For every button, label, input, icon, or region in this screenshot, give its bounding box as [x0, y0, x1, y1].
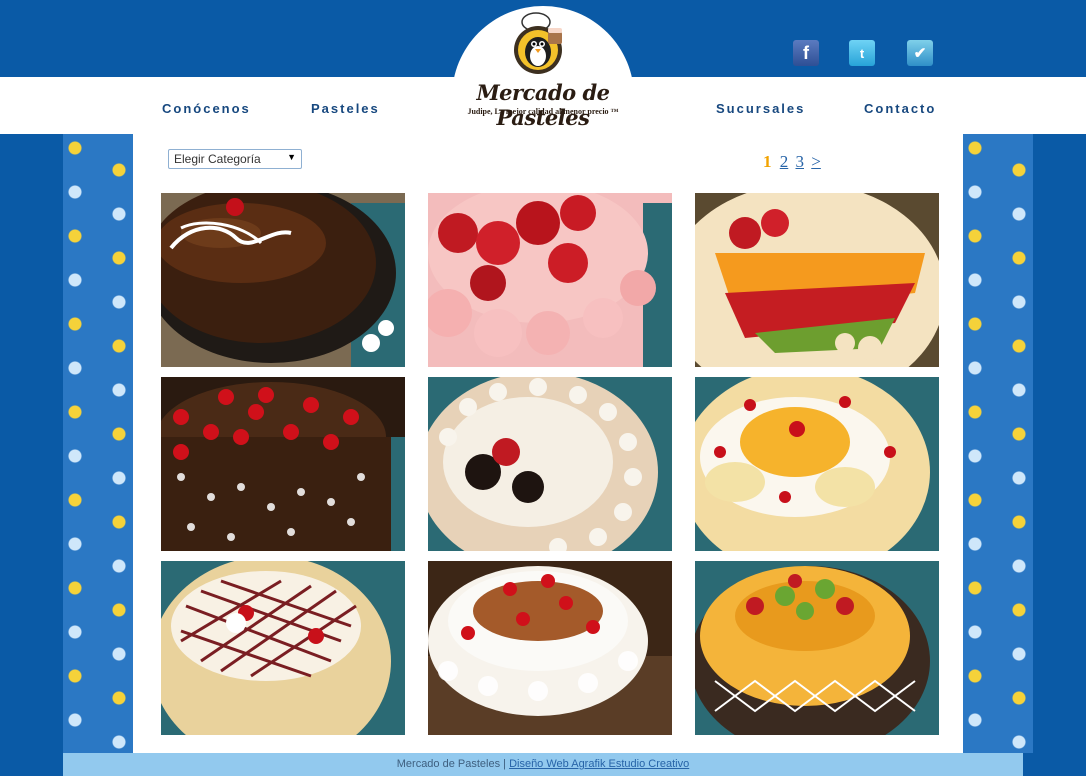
page-next[interactable]: > [811, 152, 821, 171]
footer-text: Mercado de Pasteles | [396, 758, 510, 770]
chef-mascot-icon [514, 12, 562, 74]
main-content: Elegir Categoría ▼ 1 2 3 > [133, 134, 963, 753]
page-link-3[interactable]: 3 [796, 152, 805, 171]
pagination: 1 2 3 > [763, 152, 824, 172]
product-black-forest-cake[interactable] [161, 377, 405, 551]
cupcake-pattern-right [963, 134, 1033, 753]
dropdown-arrow-icon: ▼ [287, 152, 296, 162]
logo-name: Mercado de Pasteles [476, 80, 610, 130]
category-select[interactable]: Elegir Categoría ▼ [168, 149, 302, 169]
product-chocolate-cake[interactable] [161, 193, 405, 367]
logo-tagline: Judipe, La mejor calidad al menor precio… [467, 107, 619, 116]
footer-credit-link[interactable]: Diseño Web Agrafik Estudio Creativo [509, 758, 689, 770]
product-fruit-cake[interactable] [695, 193, 939, 367]
product-lattice-cake[interactable] [161, 561, 405, 735]
nav-contacto[interactable]: Contacto [864, 101, 936, 116]
logo[interactable]: Mercado de Pasteles Judipe, La mejor cal… [452, 6, 634, 188]
product-oreo-cake[interactable] [428, 377, 672, 551]
nav-conocenos[interactable]: Conócenos [162, 101, 251, 116]
nav-pasteles[interactable]: Pasteles [311, 101, 380, 116]
product-peach-cherry-cake[interactable] [695, 377, 939, 551]
product-cherry-chocolate-cake[interactable] [428, 561, 672, 735]
footer: Mercado de Pasteles | Diseño Web Agrafik… [63, 753, 1023, 776]
nav-sucursales[interactable]: Sucursales [716, 101, 805, 116]
product-strawberry-cream-cake[interactable] [428, 193, 672, 367]
page-link-2[interactable]: 2 [780, 152, 789, 171]
product-peach-kiwi-cake[interactable] [695, 561, 939, 735]
category-select-value: Elegir Categoría [174, 152, 261, 166]
foursquare-icon[interactable]: ✔ [907, 40, 933, 66]
page-current: 1 [763, 152, 772, 171]
facebook-icon[interactable]: f [793, 40, 819, 66]
twitter-icon[interactable]: t [849, 40, 875, 66]
cupcake-pattern-left [63, 134, 133, 753]
